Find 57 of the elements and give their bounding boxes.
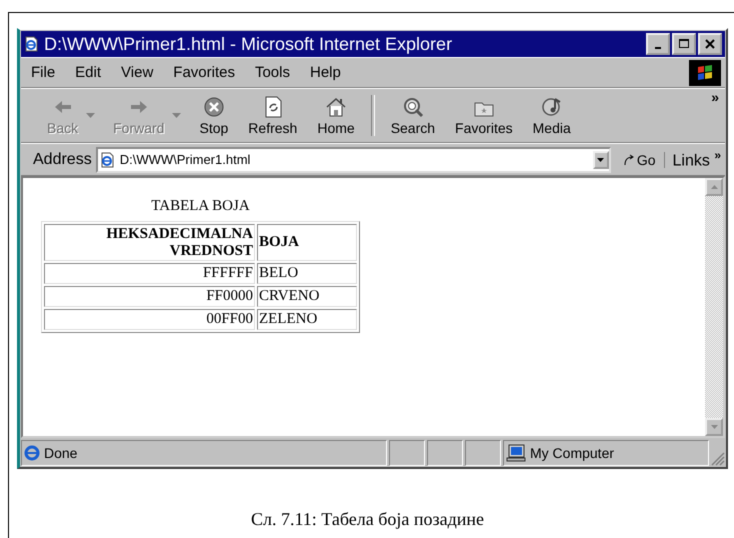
table-cell: CRVENO [257,286,357,307]
column-header: BOJA [257,224,357,261]
menu-item[interactable]: Edit [75,64,102,81]
computer-icon [506,444,526,462]
resize-grip-icon [711,452,725,466]
table-caption: TABELA BOJA [151,198,250,215]
search-icon [402,96,424,118]
search-button[interactable]: Search [380,89,446,142]
address-field[interactable]: D:\WWW\Primer1.html [96,146,611,172]
table-cell: ZELENO [257,309,357,330]
down-caret-icon [710,425,718,429]
minimize-icon [655,47,661,49]
stop-icon [202,96,225,118]
minimize-button[interactable] [646,33,670,55]
zone-label: My Computer [530,445,614,461]
window-title: D:\WWW\Primer1.html - Microsoft Internet Explorer [44,34,454,54]
refresh-button[interactable]: Refresh [238,89,308,142]
menu-item[interactable]: File [31,64,56,81]
document-icon [100,152,116,168]
table-cell: BELO [257,263,357,284]
toolbar-overflow-button[interactable]: » [705,89,725,105]
status-pane [465,440,501,466]
caret-icon [597,158,604,162]
status-text: Done [44,445,78,461]
go-arrow-icon [622,154,635,166]
dropdown-button[interactable] [592,150,609,168]
maximize-icon [677,38,691,50]
maximize-button[interactable] [672,33,696,55]
table-cell: 00FF00 [44,309,255,330]
menu-item[interactable]: View [121,64,154,81]
menu-item[interactable]: Tools [254,64,290,81]
table-cell: FF0000 [44,286,255,307]
menu-item[interactable]: Help [310,64,341,81]
links-button[interactable]: Links $^{»}$ [668,148,725,171]
go-button[interactable]: Go [614,152,665,168]
close-button[interactable] [698,33,722,55]
close-icon [703,38,717,50]
media-button[interactable]: Media [522,89,581,142]
scroll-down-button[interactable] [705,418,723,436]
up-caret-icon [710,185,718,189]
stop-button[interactable]: Stop [189,89,238,142]
house-icon [325,96,347,118]
table-cell: FFFFFF [44,263,255,284]
address-label: Address [33,150,92,168]
ie-logo-icon [24,445,40,461]
favorites-button[interactable]: Favorites [445,89,523,142]
status-pane [427,440,463,466]
status-pane [389,440,425,466]
scrollbar[interactable] [705,178,723,436]
home-button[interactable]: Home [307,89,365,142]
column-header: HEKSADECIMALNA VREDNOST [44,224,255,261]
figure-caption: Сл. 7.11: Табела боја позадине [250,509,486,530]
windows-logo-icon [689,60,721,86]
music-icon [540,96,563,118]
scroll-up-button[interactable] [705,178,723,196]
menu-item[interactable]: Favorites [173,64,235,81]
document-icon [24,36,40,52]
